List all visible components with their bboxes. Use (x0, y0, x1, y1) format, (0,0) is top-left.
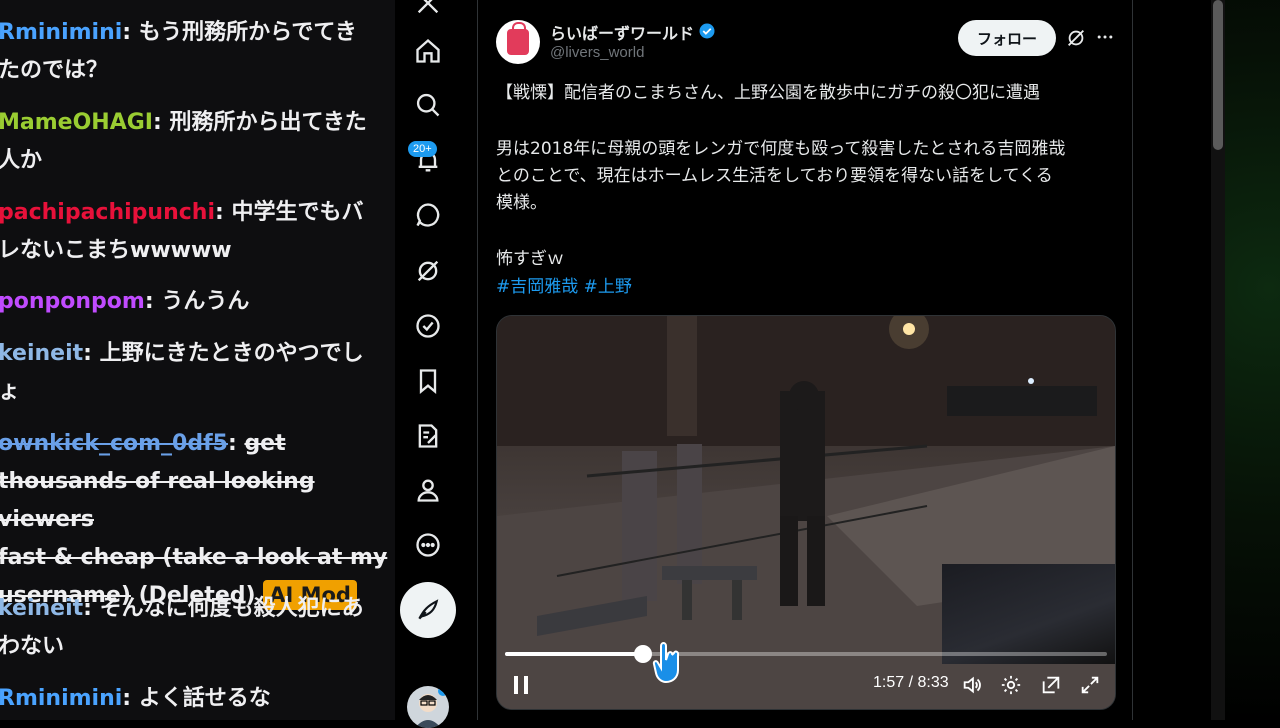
avatar-status-dot (438, 686, 448, 696)
shopping-bag-icon (507, 22, 529, 55)
articles-icon[interactable] (411, 419, 445, 453)
tweet-text-line: 男は2018年に母親の頭をレンガで何度も殴って殺害したとされる吉岡雅哉 (496, 139, 1066, 159)
chat-text: ょ (0, 379, 21, 404)
chat-username[interactable]: pachipachipunchi (0, 200, 215, 225)
chat-message: keineit: そんなに何度も殺人犯にあ わない (0, 590, 390, 666)
chat-message: keineit: 上野にきたときのやつでし ょ (0, 335, 390, 411)
home-icon[interactable] (411, 34, 445, 68)
more-options-icon[interactable] (1095, 27, 1115, 47)
post-button[interactable] (400, 582, 456, 638)
video-player[interactable]: 1:57 / 8:33 (496, 315, 1116, 710)
background-decoration (1225, 0, 1280, 720)
video-time-readout: 1:57 / 8:33 (873, 674, 949, 691)
verified-badge-icon (699, 23, 715, 39)
tweet-text-line: 【戦慄】配信者のこまちさん、上野公園を散歩中にガチの殺〇犯に遭遇 (496, 83, 1040, 103)
chat-separator: : (215, 200, 232, 225)
account-avatar[interactable] (407, 686, 449, 728)
grok-icon[interactable] (411, 254, 445, 288)
tweet-text-line: 模様。 (496, 193, 547, 213)
tweet-text-line: 怖すぎｗ (496, 249, 564, 269)
verified-orgs-icon[interactable] (411, 309, 445, 343)
chat-separator: : (83, 341, 100, 366)
nav-rail: 20+ (395, 0, 477, 728)
chat-message-deleted: ownkick_com_0df5: get thousands of real … (0, 425, 390, 615)
tweet-text-paragraph: 男は2018年に母親の頭をレンガで何度も殴って殺害したとされる吉岡雅哉 とのこと… (496, 136, 1118, 217)
author-avatar[interactable] (496, 20, 540, 64)
picture-in-picture-icon[interactable] (1040, 674, 1062, 696)
chat-separator: : (83, 596, 100, 621)
chat-text: そんなに何度も殺人犯にあ (99, 596, 364, 621)
chat-text: わない (0, 634, 65, 659)
picture-in-picture-inset (942, 564, 1115, 664)
profile-icon[interactable] (411, 473, 445, 507)
video-progress-bar[interactable] (505, 645, 1107, 663)
grok-icon[interactable] (1065, 27, 1087, 49)
chat-text: よく話せるな (138, 686, 271, 711)
tweet-text-line: とのことで、現在はホームレス生活をしており要領を得ない話をしてくる (496, 166, 1053, 186)
chat-separator: : (122, 20, 139, 45)
chat-separator: : (152, 110, 170, 135)
volume-icon[interactable] (961, 674, 983, 696)
chat-username[interactable]: Rminimini (0, 686, 122, 711)
settings-icon[interactable] (1000, 674, 1022, 696)
chat-text: レないこまちwwwww (0, 238, 232, 263)
chat-text: 上野にきたときのやつでし (99, 341, 364, 366)
chat-panel: Rminimini: もう刑務所からでてき たのでは？ MameOHAGI: 刑… (0, 0, 395, 720)
messages-icon[interactable] (411, 198, 445, 232)
chat-text: もう刑務所からでてき (138, 20, 357, 45)
feather-icon (418, 599, 439, 620)
bookmarks-icon[interactable] (411, 364, 445, 398)
tweet-detail: らいばーずワールド @livers_world フォロー 【戦慄】配信者のこまち… (477, 0, 1133, 720)
chat-text: 中学生でもバ (231, 200, 364, 225)
chat-message: MameOHAGI: 刑務所から出てきた 人か (0, 104, 390, 180)
hand-cursor-icon (652, 642, 680, 684)
video-progress-fill (505, 652, 644, 656)
chat-text: たのでは？ (0, 58, 109, 83)
scrollbar[interactable] (1211, 0, 1225, 720)
chat-username[interactable]: ponponpom (0, 289, 145, 314)
follow-button[interactable]: フォロー (958, 20, 1056, 56)
fullscreen-icon[interactable] (1079, 674, 1101, 696)
x-logo-icon[interactable] (411, 0, 445, 20)
chat-text: fast & cheap (take a look at my (0, 545, 388, 570)
more-icon[interactable] (411, 528, 445, 562)
search-icon[interactable] (411, 88, 445, 122)
pause-icon[interactable] (511, 674, 531, 696)
chat-text: get (244, 431, 286, 456)
chat-text: 刑務所から出てきた (169, 110, 367, 135)
chat-message: pachipachipunchi: 中学生でもバ レないこまちwwwww (0, 194, 390, 270)
chat-message: Rminimini: よく話せるな (0, 680, 390, 718)
chat-username[interactable]: keineit (0, 596, 83, 621)
chat-message: ponponpom: うんうん (0, 283, 390, 321)
scrollbar-thumb[interactable] (1213, 0, 1223, 150)
author-display-name[interactable]: らいばーずワールド (550, 20, 694, 44)
chat-username[interactable]: Rminimini (0, 20, 122, 45)
chat-message: Rminimini: もう刑務所からでてき たのでは？ (0, 14, 390, 90)
chat-separator: : (122, 686, 139, 711)
chat-text: 人か (0, 148, 43, 173)
chat-separator: : (144, 289, 162, 314)
chat-username[interactable]: keineit (0, 341, 83, 366)
chat-username[interactable]: MameOHAGI (0, 110, 153, 135)
chat-text: thousands of real looking viewers (0, 469, 315, 532)
tweet-hashtags: #吉岡雅哉 #上野 (496, 274, 1118, 301)
hashtag-link[interactable]: #吉岡雅哉 (496, 277, 578, 297)
chat-username[interactable]: ownkick_com_0df5 (0, 431, 228, 456)
chat-text: うんうん (161, 289, 250, 314)
notification-count-badge: 20+ (408, 141, 437, 157)
chat-separator: : (227, 431, 245, 456)
hashtag-link[interactable]: #上野 (584, 277, 632, 297)
author-handle[interactable]: @livers_world (550, 44, 644, 61)
